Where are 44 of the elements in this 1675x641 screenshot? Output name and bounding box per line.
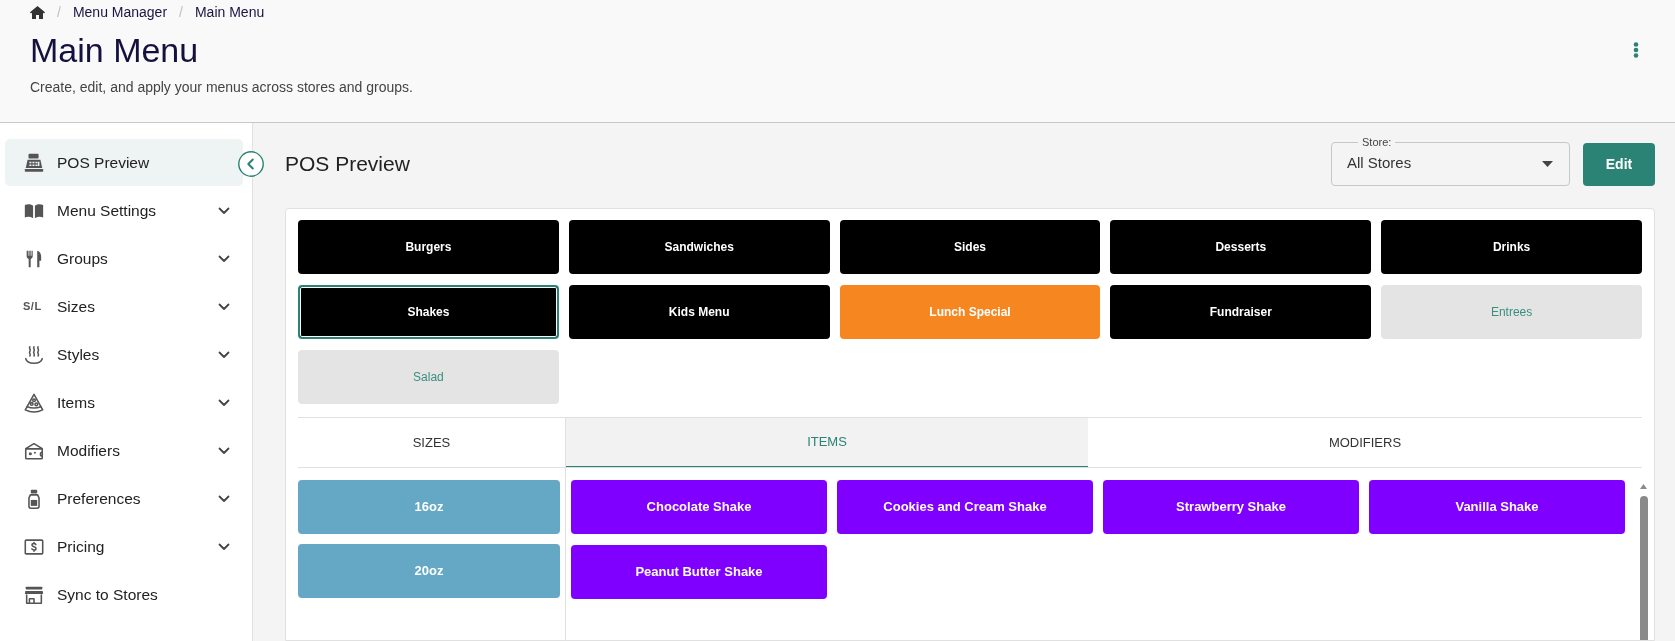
tab[interactable]: ITEMS	[566, 418, 1088, 467]
sizes-heading: SIZES	[412, 433, 451, 452]
chevron-down-icon[interactable]	[218, 494, 230, 503]
edit-button[interactable]: Edit	[1583, 143, 1655, 186]
steaming-bowl-icon	[23, 343, 45, 366]
sidebar-item[interactable]: POS Preview	[5, 139, 243, 186]
breadcrumb-separator: /	[57, 2, 61, 22]
category-button[interactable]: Drinks	[1381, 220, 1642, 274]
item-button[interactable]: Vanilla Shake	[1369, 480, 1625, 534]
scroll-up-icon[interactable]	[1640, 484, 1647, 489]
category-button[interactable]: Fundraiser	[1110, 285, 1372, 339]
page-title: Main Menu	[30, 32, 200, 68]
scrollbar-thumb[interactable]	[1639, 496, 1648, 640]
item-button[interactable]: Chocolate Shake	[571, 480, 827, 534]
category-button[interactable]: Sides	[839, 220, 1101, 274]
chevron-down-icon[interactable]	[218, 542, 230, 551]
chevron-down-icon[interactable]	[218, 350, 230, 359]
breadcrumb-link[interactable]: Main Menu	[194, 1, 265, 23]
category-button[interactable]: Sandwiches	[568, 220, 830, 274]
chevron-down-icon[interactable]	[218, 254, 230, 263]
home-icon[interactable]	[30, 5, 45, 19]
more-icon[interactable]	[1633, 42, 1639, 58]
item-button[interactable]: Strawberry Shake	[1103, 480, 1359, 534]
category-button[interactable]: Kids Menu	[568, 285, 830, 339]
chevron-down-icon[interactable]	[218, 398, 230, 407]
chevron-down-icon[interactable]	[218, 302, 230, 311]
item-button[interactable]: Peanut Butter Shake	[571, 545, 827, 599]
category-button[interactable]: Shakes	[298, 285, 559, 339]
category-button[interactable]: Burgers	[298, 220, 559, 274]
chevron-left-icon[interactable]	[238, 151, 264, 177]
size-abbreviation-icon: S/L	[23, 298, 45, 315]
section-title: POS Preview	[285, 151, 410, 176]
cash-register-icon	[23, 151, 45, 174]
page-subtitle: Create, edit, and apply your menus across stores and groups.	[30, 78, 413, 96]
store-label: Store:	[1361, 136, 1393, 148]
breadcrumb-separator: /	[179, 2, 183, 22]
item-button[interactable]: Cookies and Cream Shake	[837, 480, 1093, 534]
chevron-down-icon[interactable]	[218, 446, 230, 455]
caret-down-icon	[1542, 160, 1553, 167]
pizza-slice-icon	[23, 391, 45, 414]
store-select[interactable]: Store: All Stores	[1331, 136, 1570, 186]
chevron-down-icon[interactable]	[218, 206, 230, 215]
breadcrumb-link[interactable]: Menu Manager	[72, 1, 168, 23]
category-button[interactable]: Desserts	[1110, 220, 1372, 274]
